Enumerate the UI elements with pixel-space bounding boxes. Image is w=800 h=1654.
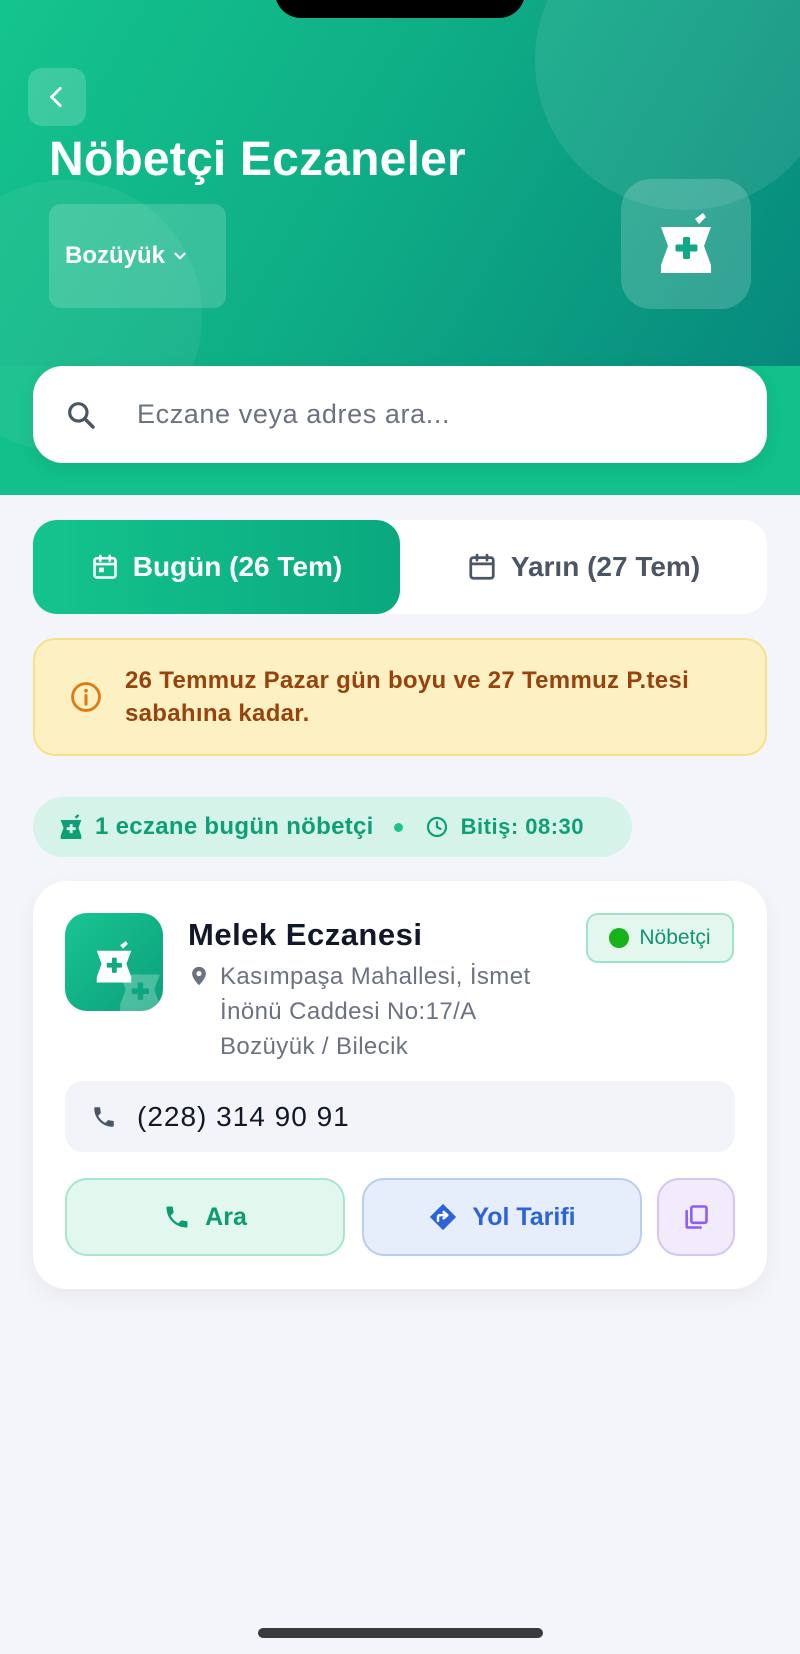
- phone-icon: [166, 1206, 188, 1228]
- search-input[interactable]: [137, 399, 697, 430]
- chevron-down-icon: [174, 252, 186, 260]
- directions-icon: [430, 1203, 457, 1231]
- tab-today-label: Bugün (26 Tem): [132, 551, 343, 582]
- on-duty-summary: 1 eczane bugün nöbetçi Bitiş: 08:30: [33, 797, 632, 857]
- phone-row[interactable]: (228) 314 90 91: [65, 1081, 735, 1152]
- status-badge: Nöbetçi: [586, 913, 734, 963]
- status-dot: [609, 928, 630, 948]
- search-bar[interactable]: [33, 366, 767, 463]
- directions-button[interactable]: Yol Tarifi: [362, 1178, 642, 1256]
- day-tabs: Bugün (26 Tem) Yarın (27 Tem): [33, 520, 767, 614]
- search-icon: [68, 401, 95, 429]
- phone-icon: [94, 1106, 114, 1127]
- end-time: Bitiş: 08:30: [460, 814, 585, 839]
- phone-number: (228) 314 90 91: [137, 1100, 350, 1132]
- home-indicator: [258, 1628, 543, 1638]
- calendar-icon: [469, 553, 495, 580]
- tab-today[interactable]: Bugün (26 Tem): [33, 520, 400, 614]
- pharmacy-address: Kasımpaşa Mahallesi, İsmet İnönü Caddesi…: [188, 959, 568, 1064]
- pharmacy-card: Melek Eczanesi Kasımpaşa Mahallesi, İsme…: [33, 881, 767, 1289]
- pharmacy-name: Melek Eczanesi: [188, 917, 423, 952]
- call-button[interactable]: Ara: [65, 1178, 345, 1256]
- on-duty-count: 1 eczane bugün nöbetçi: [95, 813, 374, 840]
- city-dropdown-label: Bozüyük: [65, 242, 166, 269]
- copy-icon: [685, 1205, 708, 1229]
- chevron-left-icon: [50, 86, 62, 108]
- status-label: Nöbetçi: [639, 926, 711, 949]
- city-dropdown[interactable]: Bozüyük: [49, 204, 226, 308]
- info-text: 26 Temmuz Pazar gün boyu ve 27 Temmuz P.…: [125, 667, 690, 727]
- pharmacy-watermark-icon: [120, 974, 160, 1011]
- separator-dot: [393, 822, 403, 832]
- copy-button[interactable]: [657, 1178, 735, 1256]
- page-title: Nöbetçi Eczaneler: [49, 133, 466, 186]
- clock-icon: [426, 816, 447, 838]
- pharmacy-icon: [60, 814, 82, 839]
- screen: Nöbetçi Eczaneler Bozüyük Eczane veya ad…: [0, 0, 800, 1654]
- tab-tomorrow-label: Yarın (27 Tem): [510, 551, 701, 582]
- call-button-label: Ara: [205, 1202, 247, 1231]
- info-banner: 26 Temmuz Pazar gün boyu ve 27 Temmuz P.…: [33, 638, 767, 756]
- pharmacy-card-logo: [65, 913, 163, 1011]
- tab-tomorrow[interactable]: Yarın (27 Tem): [400, 520, 767, 614]
- mortar-pestle-plus-icon: [661, 213, 711, 273]
- pharmacy-logo: [621, 179, 751, 309]
- directions-button-label: Yol Tarifi: [472, 1202, 576, 1231]
- location-pin-icon: [192, 966, 206, 986]
- device-notch: [275, 0, 525, 18]
- pharmacy-address-text: Kasımpaşa Mahallesi, İsmet İnönü Caddesi…: [220, 963, 531, 1060]
- header: Nöbetçi Eczaneler Bozüyük: [0, 0, 800, 495]
- calendar-icon: [92, 554, 117, 579]
- info-icon: [71, 682, 101, 712]
- back-button[interactable]: [28, 68, 86, 126]
